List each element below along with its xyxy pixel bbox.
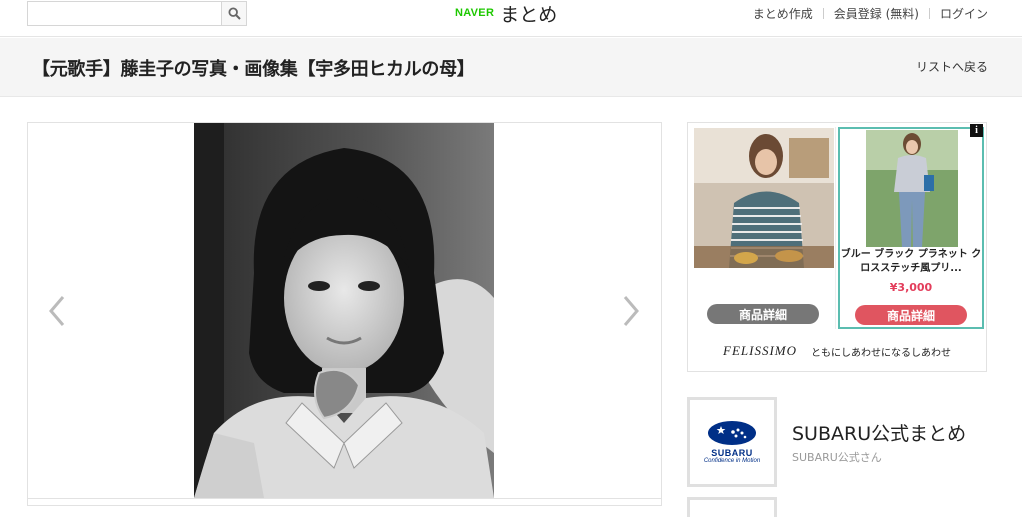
divider bbox=[822, 8, 824, 19]
subaru-emblem-icon bbox=[708, 421, 756, 445]
photo-viewer bbox=[27, 122, 662, 506]
naver-matome-logo[interactable]: NAVER まとめ bbox=[455, 1, 558, 26]
ad-product-1-image[interactable] bbox=[694, 128, 834, 268]
previous-photo-button[interactable] bbox=[45, 291, 69, 331]
related-matome-title[interactable]: SUBARU公式まとめ bbox=[792, 419, 966, 446]
ad-info-icon[interactable]: i bbox=[970, 124, 983, 137]
ad-tagline: ともにしあわせになるしあわせ bbox=[811, 347, 951, 359]
page-title: 【元歌手】藤圭子の写真・画像集【宇多田ヒカルの母】 bbox=[32, 59, 475, 80]
product-detail-button[interactable]: 商品詳細 bbox=[855, 305, 967, 325]
logo-naver-text: NAVER bbox=[455, 7, 495, 19]
divider bbox=[928, 8, 930, 19]
felissimo-logo: FELISSIMO bbox=[723, 343, 797, 358]
chevron-left-icon bbox=[49, 296, 65, 326]
subaru-logo: SUBARU Confidence in Motion bbox=[687, 397, 777, 487]
back-to-list-link[interactable]: リストへ戻る bbox=[916, 58, 988, 75]
login-link[interactable]: ログイン bbox=[940, 5, 988, 22]
product-detail-button[interactable]: 商品詳細 bbox=[707, 304, 819, 324]
ad-product-2-image[interactable] bbox=[866, 130, 958, 247]
logo-matome-text: まとめ bbox=[500, 3, 558, 26]
title-bar: 【元歌手】藤圭子の写真・画像集【宇多田ヒカルの母】 リストへ戻る bbox=[0, 38, 1022, 97]
main-photo[interactable] bbox=[194, 123, 494, 498]
related-matome-thumbnail[interactable] bbox=[687, 497, 777, 517]
chevron-right-icon bbox=[623, 296, 639, 326]
related-matome-author: SUBARU公式さん bbox=[792, 451, 882, 464]
subaru-logo-tagline: Confidence in Motion bbox=[703, 458, 761, 464]
related-matome-item[interactable]: SUBARU Confidence in Motion SUBARU公式まとめ … bbox=[687, 397, 987, 487]
ad-footer[interactable]: FELISSIMO ともにしあわせになるしあわせ bbox=[688, 331, 986, 371]
search-icon bbox=[227, 7, 241, 20]
create-matome-link[interactable]: まとめ作成 bbox=[753, 5, 813, 22]
ad-product-name[interactable]: ブルー ブラック プラネット クロスステッチ風プリ... bbox=[840, 248, 982, 276]
ad-product-1[interactable]: 商品詳細 bbox=[690, 127, 836, 329]
search-input[interactable] bbox=[28, 2, 221, 25]
divider bbox=[28, 498, 661, 499]
search-box bbox=[27, 1, 247, 26]
ad-banner: 商品詳細 ブルー ブラック プラネット クロスステッチ風プリ... ¥3,000… bbox=[687, 122, 987, 372]
register-link[interactable]: 会員登録 (無料) bbox=[834, 5, 919, 22]
ad-product-price: ¥3,000 bbox=[889, 281, 933, 294]
top-links: まとめ作成 会員登録 (無料) ログイン bbox=[753, 5, 988, 22]
ad-product-2[interactable]: ブルー ブラック プラネット クロスステッチ風プリ... ¥3,000 商品詳細 bbox=[838, 127, 984, 329]
top-header: NAVER まとめ まとめ作成 会員登録 (無料) ログイン bbox=[0, 0, 1022, 37]
next-photo-button[interactable] bbox=[619, 291, 643, 331]
search-button[interactable] bbox=[221, 2, 246, 25]
subaru-logo-name: SUBARU bbox=[711, 448, 753, 458]
